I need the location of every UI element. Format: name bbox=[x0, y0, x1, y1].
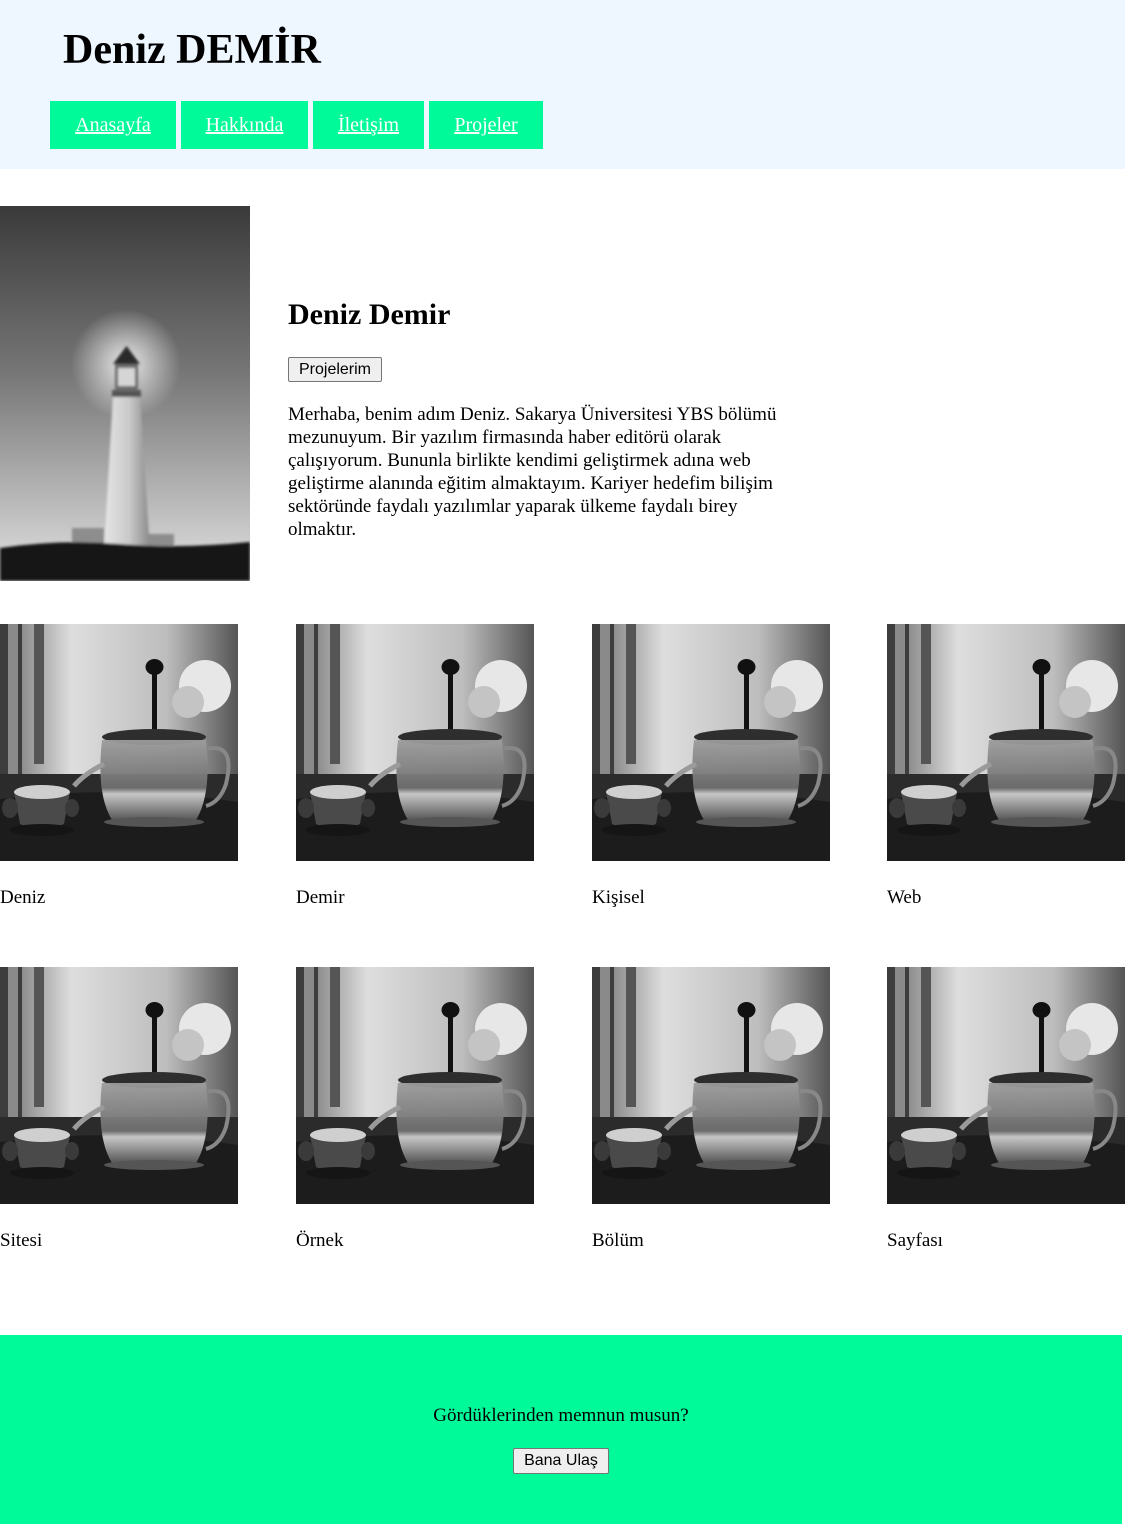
gallery-label: Örnek bbox=[296, 1230, 344, 1251]
footer bbox=[0, 1335, 1122, 1524]
gallery-image bbox=[887, 624, 1125, 861]
nav-iletisim-link[interactable]: İletişim bbox=[313, 101, 424, 149]
projects-button[interactable]: Projelerim bbox=[288, 357, 382, 382]
gallery-image bbox=[592, 624, 830, 861]
gallery-image bbox=[0, 624, 238, 861]
gallery-image bbox=[296, 967, 534, 1204]
gallery-label: Bölüm bbox=[592, 1230, 644, 1251]
lighthouse-photo bbox=[0, 206, 250, 581]
gallery-image bbox=[296, 624, 534, 861]
header: Deniz DEMİR Anasayfa Hakkında İletişim P… bbox=[0, 0, 1125, 169]
gallery-label: Web bbox=[887, 887, 922, 908]
gallery-label: Deniz bbox=[0, 887, 46, 908]
gallery-label: Demir bbox=[296, 887, 345, 908]
nav-projeler-link[interactable]: Projeler bbox=[429, 101, 543, 149]
gallery-label: Sitesi bbox=[0, 1230, 43, 1251]
nav-hakkinda-link[interactable]: Hakkında bbox=[181, 101, 308, 149]
gallery-label: Kişisel bbox=[592, 887, 645, 908]
gallery-image bbox=[887, 967, 1125, 1204]
gallery-image bbox=[0, 967, 238, 1204]
contact-button[interactable]: Bana Ulaş bbox=[513, 1448, 609, 1474]
bio-text: Merhaba, benim adım Deniz. Sakarya Ünive… bbox=[288, 404, 777, 540]
profile-name: Deniz Demir bbox=[288, 298, 451, 331]
footer-question: Gördüklerinden memnun musun? bbox=[433, 1405, 689, 1426]
nav-anasayfa-link[interactable]: Anasayfa bbox=[50, 101, 176, 149]
gallery-label: Sayfası bbox=[887, 1230, 943, 1251]
site-title: Deniz DEMİR bbox=[63, 27, 321, 73]
gallery-image bbox=[592, 967, 830, 1204]
